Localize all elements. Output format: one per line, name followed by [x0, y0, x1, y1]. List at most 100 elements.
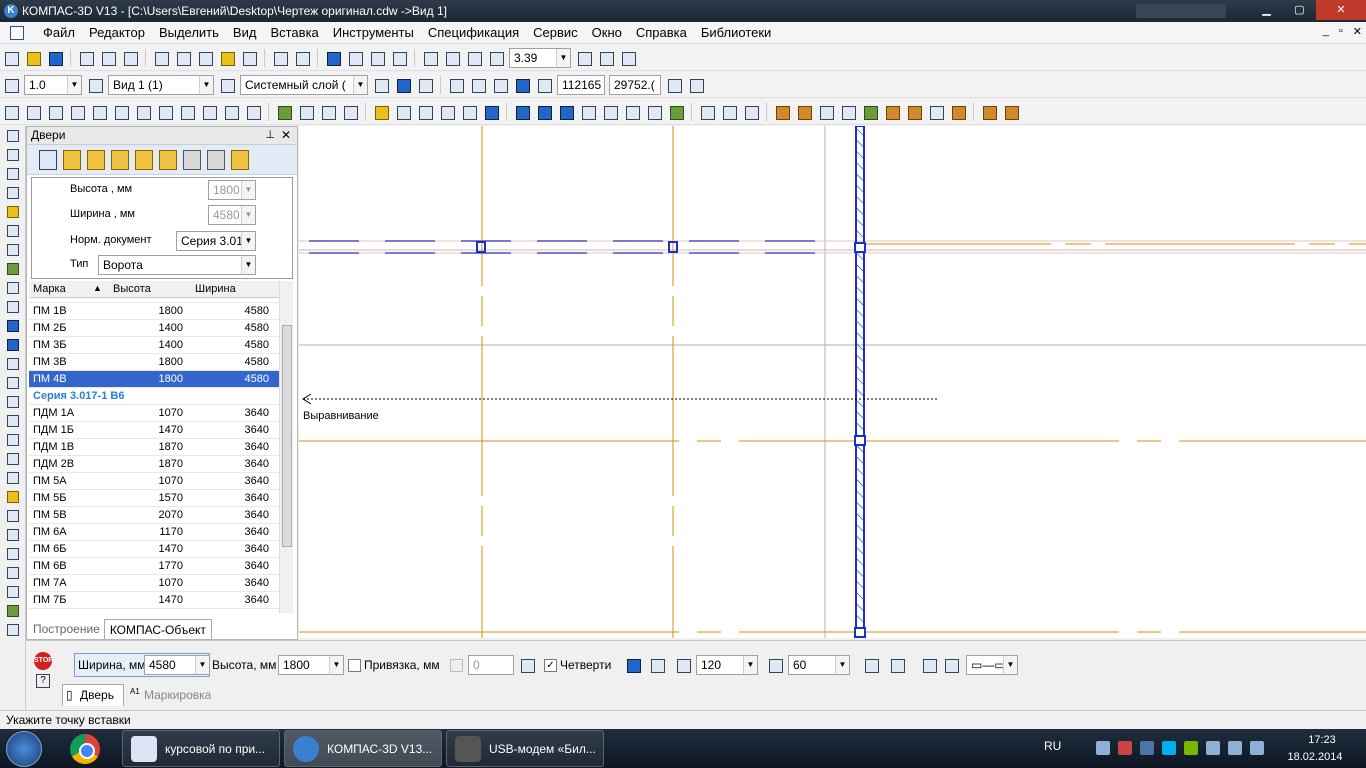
report-icon[interactable] [665, 76, 683, 94]
clock-date[interactable]: 18.02.2014 [1280, 751, 1350, 763]
table-row[interactable]: ПДМ 1В 1870 3640 [29, 439, 287, 456]
prop-val2-combo[interactable]: 60 ▼ [788, 655, 850, 675]
swing-right-icon[interactable] [942, 656, 960, 674]
zoom-out-icon[interactable] [465, 49, 483, 67]
element-icon[interactable] [645, 103, 663, 121]
connection-icon[interactable] [1206, 741, 1220, 755]
table-row[interactable]: ПМ 5Б 1570 3640 [29, 490, 287, 507]
new-icon[interactable] [2, 49, 20, 67]
nvidia-icon[interactable] [1184, 741, 1198, 755]
segment-tool-icon[interactable] [3, 394, 21, 409]
select-icon[interactable] [112, 103, 130, 121]
style-combo[interactable]: ▭—▭ ▼ [966, 655, 1018, 675]
library-tools-icon[interactable] [460, 103, 478, 121]
chrome-icon[interactable] [70, 734, 100, 764]
step-combo[interactable]: 1.0 ▼ [24, 74, 82, 95]
coord-x-field[interactable]: 112165 [557, 74, 605, 95]
pen-icon[interactable] [687, 76, 705, 94]
layer-icon[interactable] [218, 76, 236, 94]
fillet-tool-icon[interactable] [3, 565, 21, 580]
sheet-icon[interactable] [720, 103, 738, 121]
skype-icon[interactable] [1162, 741, 1176, 755]
door-single-icon[interactable] [63, 149, 81, 170]
drawing-canvas[interactable]: Выравнивание [299, 126, 1366, 638]
properties-icon[interactable] [240, 49, 258, 67]
spline-tool-icon[interactable] [3, 470, 21, 485]
maximize-button[interactable]: ▢ [1283, 0, 1316, 20]
line-tool-icon[interactable] [3, 375, 21, 390]
edit-tool-icon[interactable] [3, 185, 21, 200]
door-double-icon[interactable] [135, 149, 153, 170]
niche-icon[interactable] [601, 103, 619, 121]
zoom-window-icon[interactable] [421, 49, 439, 67]
library-stairs-icon[interactable] [438, 103, 456, 121]
opening-right-icon[interactable] [888, 656, 906, 674]
table-row[interactable]: ПМ 5В 2070 3640 [29, 507, 287, 524]
library-open-icon[interactable] [372, 103, 390, 121]
taskbar-kompas[interactable]: КОМПАС-3D V13... [284, 730, 442, 767]
document-icon[interactable] [10, 25, 24, 40]
save-icon[interactable] [46, 49, 64, 67]
table-row-selected[interactable]: ПМ 4В 1800 4580 [29, 371, 287, 388]
manager-doc-icon[interactable] [324, 49, 342, 67]
tree-lib-icon[interactable] [861, 103, 879, 121]
table-row[interactable]: ПДМ 1Б 1470 3640 [29, 422, 287, 439]
table-row[interactable]: ПМ 6В 1770 3640 [29, 558, 287, 575]
doc-restore-button[interactable]: ▫ [1339, 25, 1343, 38]
param-width-combo[interactable]: 4580 ▼ [208, 205, 256, 225]
table-row[interactable]: ПМ 3Б 1400 4580 [29, 337, 287, 354]
swing-left-icon[interactable] [920, 656, 938, 674]
tab-door[interactable]: Дверь [80, 688, 114, 702]
furniture-icon[interactable] [949, 103, 967, 121]
door-double-glazed-icon[interactable] [159, 149, 177, 170]
preview-icon[interactable] [99, 49, 117, 67]
vk-icon[interactable] [1140, 741, 1154, 755]
menu-specification[interactable]: Спецификация [421, 25, 526, 40]
quarter-width-icon[interactable] [766, 656, 784, 674]
pan-icon[interactable] [575, 49, 593, 67]
door-arched-icon[interactable] [231, 149, 249, 170]
menu-insert[interactable]: Вставка [263, 25, 325, 40]
param-norm-combo[interactable]: Серия 3.01 ▼ [176, 231, 256, 251]
library-walls-icon[interactable] [416, 103, 434, 121]
prop-height-combo[interactable]: 1800 ▼ [278, 655, 344, 675]
params-tool-icon[interactable] [3, 204, 21, 219]
snap-checkbox[interactable] [348, 659, 361, 672]
copy-object-icon[interactable] [623, 103, 641, 121]
insert-icon[interactable] [200, 103, 218, 121]
start-button[interactable] [6, 731, 42, 767]
safely-remove-icon[interactable] [1228, 741, 1242, 755]
volume-icon[interactable] [1250, 741, 1264, 755]
cloud-icon[interactable] [927, 103, 945, 121]
snap-magnet-icon[interactable] [394, 76, 412, 94]
table-row[interactable]: ПМ 6А 1170 3640 [29, 524, 287, 541]
window-frame-icon[interactable] [557, 103, 575, 121]
beam-icon[interactable] [341, 103, 359, 121]
quarter-inner-icon[interactable] [624, 656, 642, 674]
menu-libraries[interactable]: Библиотеки [694, 25, 778, 40]
object-tool-icon[interactable] [3, 337, 21, 352]
figure-icon[interactable] [905, 103, 923, 121]
layer-props-icon[interactable] [372, 76, 390, 94]
menu-select[interactable]: Выделить [152, 25, 226, 40]
rect-tool-icon[interactable] [3, 584, 21, 599]
report-tool-icon[interactable] [3, 280, 21, 295]
menu-editor[interactable]: Редактор [82, 25, 152, 40]
door-sliding-icon[interactable] [183, 149, 201, 170]
menu-tools[interactable]: Инструменты [326, 25, 421, 40]
library-help-icon[interactable] [482, 103, 500, 121]
table-row[interactable]: ПМ 3В 1800 4580 [29, 354, 287, 371]
door-lib-icon[interactable] [773, 103, 791, 121]
help-icon[interactable]: ? [36, 674, 50, 688]
designations-tool-icon[interactable] [3, 166, 21, 181]
measure-tool-icon[interactable] [3, 223, 21, 238]
variables-icon[interactable] [368, 49, 386, 67]
reports-icon[interactable] [156, 103, 174, 121]
arrow-icon[interactable] [244, 103, 262, 121]
print-icon[interactable] [77, 49, 95, 67]
view-combo[interactable]: Вид 1 (1) ▼ [108, 74, 214, 95]
copy-icon[interactable] [174, 49, 192, 67]
window-double-icon[interactable] [535, 103, 553, 121]
hatch-tool-icon[interactable] [3, 622, 21, 637]
network-icon[interactable] [1096, 741, 1110, 755]
